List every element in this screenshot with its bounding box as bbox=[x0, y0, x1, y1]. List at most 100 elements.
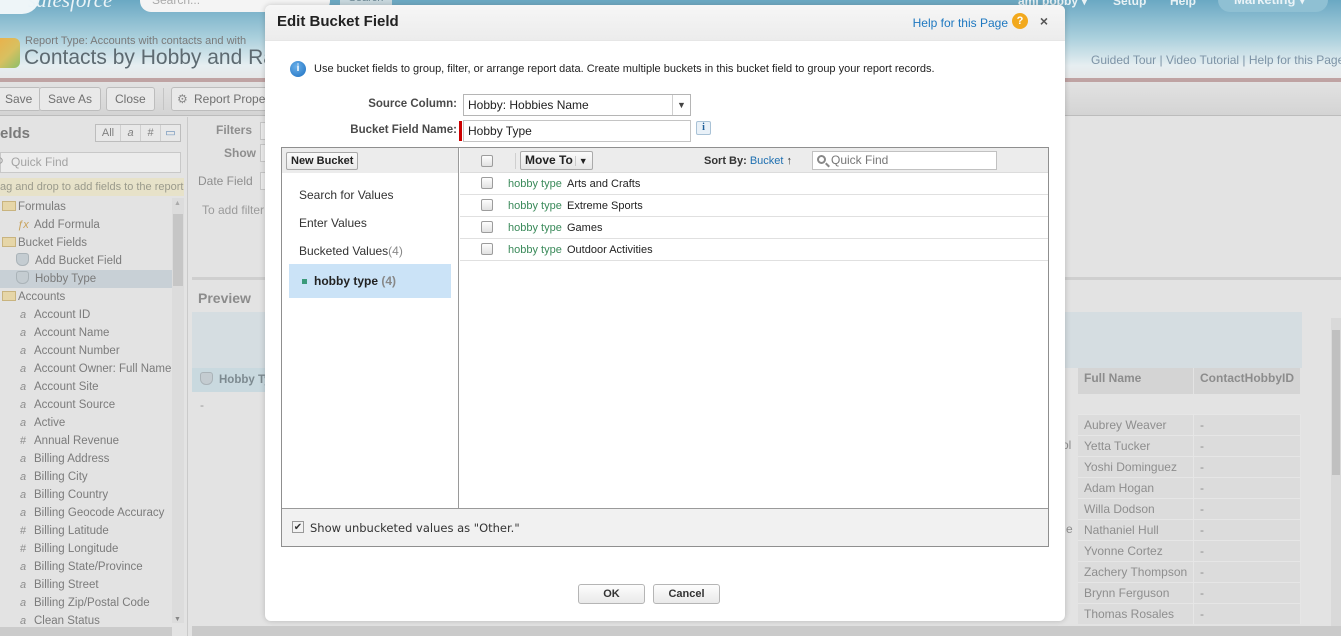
text-field-icon: a bbox=[19, 507, 27, 519]
field-tree-item[interactable]: a Account Name bbox=[0, 324, 172, 342]
contact-hobby-id-cell: - bbox=[1194, 562, 1301, 582]
value-checkbox[interactable] bbox=[481, 199, 493, 211]
field-tree-item[interactable]: Accounts bbox=[0, 288, 172, 306]
save-button[interactable]: Save bbox=[0, 87, 42, 111]
info-message: i Use bucket fields to group, filter, or… bbox=[290, 61, 935, 77]
field-tree-item[interactable]: a Billing State/Province bbox=[0, 558, 172, 576]
source-column-select[interactable]: Hobby: Hobbies Name ▼ bbox=[463, 94, 691, 116]
value-checkbox[interactable] bbox=[481, 243, 493, 255]
field-tree-item[interactable]: a Billing Geocode Accuracy bbox=[0, 504, 172, 522]
close-button[interactable]: Close bbox=[106, 87, 155, 111]
value-bucket-tag: hobby type bbox=[508, 244, 562, 256]
column-contact-hobby-id[interactable]: ContactHobbyID bbox=[1194, 368, 1301, 394]
list-item: hobby type Outdoor Activities bbox=[460, 239, 1048, 261]
value-checkbox[interactable] bbox=[481, 221, 493, 233]
help-icon[interactable]: ? bbox=[1012, 13, 1028, 29]
field-tree-item[interactable]: a Account Site bbox=[0, 378, 172, 396]
field-tree-item[interactable]: # Annual Revenue bbox=[0, 432, 172, 450]
field-tree-item[interactable]: a Account Source bbox=[0, 396, 172, 414]
text-field-icon: a bbox=[19, 453, 27, 465]
bucket-item-hobby-type[interactable]: hobby type (4) bbox=[289, 264, 451, 298]
chevron-down-icon[interactable]: ▼ bbox=[672, 95, 690, 115]
field-quick-find-input[interactable]: ⚲ Quick Find bbox=[0, 152, 181, 173]
dialog-title: Edit Bucket Field bbox=[277, 13, 399, 30]
report-icon bbox=[0, 38, 20, 68]
field-tree-item[interactable]: a Billing Street bbox=[0, 576, 172, 594]
contact-hobby-id-cell: - bbox=[1194, 478, 1301, 498]
group-column-header[interactable]: Hobby Ty bbox=[192, 368, 272, 392]
contact-hobby-id-cell: - bbox=[1194, 604, 1301, 624]
preview-horizontal-scrollbar[interactable] bbox=[192, 626, 1341, 636]
field-tree-item[interactable]: Formulas bbox=[0, 198, 172, 216]
bucketed-values-link[interactable]: Bucketed Values(4) bbox=[299, 244, 403, 258]
field-info-icon[interactable]: i bbox=[696, 121, 711, 135]
field-tree-item[interactable]: a Billing City bbox=[0, 468, 172, 486]
field-type-filter: All a # ▭ bbox=[95, 124, 181, 142]
app-switcher[interactable]: Marketing ▾ bbox=[1218, 0, 1328, 12]
sidebar-scrollbar[interactable]: ▲ ▼ bbox=[172, 198, 184, 623]
scroll-down-icon[interactable]: ▼ bbox=[174, 616, 181, 623]
cancel-button[interactable]: Cancel bbox=[653, 584, 720, 604]
table-row: Yoshi Dominguez - bbox=[1078, 456, 1301, 477]
formula-icon: ƒx bbox=[17, 219, 29, 231]
select-all-checkbox[interactable] bbox=[481, 155, 493, 167]
salesforce-logo: salesforce bbox=[0, 0, 112, 18]
search-icon: ⚲ bbox=[0, 153, 4, 172]
field-tree-item[interactable]: a Account ID bbox=[0, 306, 172, 324]
value-checkbox[interactable] bbox=[481, 177, 493, 189]
filter-number-button[interactable]: # bbox=[140, 125, 160, 141]
field-tree-item[interactable]: Hobby Type bbox=[0, 270, 172, 288]
field-tree-item[interactable]: Bucket Fields bbox=[0, 234, 172, 252]
field-tree-item[interactable]: # Billing Latitude bbox=[0, 522, 172, 540]
filter-text-button[interactable]: a bbox=[120, 125, 140, 141]
field-tree-item[interactable]: a Account Owner: Full Name bbox=[0, 360, 172, 378]
text-field-icon: a bbox=[19, 417, 27, 429]
table-header: Full Name ContactHobbyID bbox=[1078, 368, 1301, 394]
help-link[interactable]: Help bbox=[1170, 0, 1196, 8]
bucket-field-name-input[interactable]: Hobby Type bbox=[463, 120, 691, 142]
close-icon[interactable]: × bbox=[1035, 12, 1053, 30]
setup-link[interactable]: Setup bbox=[1113, 0, 1146, 8]
report-properties-button[interactable]: ⚙ Report Proper bbox=[171, 87, 279, 111]
table-body: Aubrey Weaver - Yetta Tucker - Yoshi Domingu… bbox=[1078, 414, 1301, 624]
bucketed-values-count: (4) bbox=[388, 244, 403, 258]
field-tree-item[interactable]: Add Bucket Field bbox=[0, 252, 172, 270]
filters-label: Filters bbox=[216, 123, 253, 137]
source-column-label: Source Column: bbox=[368, 98, 457, 110]
column-full-name[interactable]: Full Name bbox=[1078, 368, 1194, 394]
field-tree-item[interactable]: a Account Number bbox=[0, 342, 172, 360]
preview-scroll-thumb[interactable] bbox=[1332, 330, 1340, 475]
quick-find-placeholder: Quick Find bbox=[831, 153, 889, 167]
preview-scrollbar[interactable] bbox=[1331, 318, 1341, 628]
filter-all-button[interactable]: All bbox=[96, 125, 120, 141]
contact-hobby-id-cell: - bbox=[1194, 457, 1301, 477]
field-tree-item[interactable]: a Billing Zip/Postal Code bbox=[0, 594, 172, 612]
contact-hobby-id-cell: - bbox=[1194, 499, 1301, 519]
show-unbucketed-checkbox[interactable]: ✔ bbox=[292, 521, 304, 533]
ok-button[interactable]: OK bbox=[578, 584, 645, 604]
filter-date-button[interactable]: ▭ bbox=[160, 125, 180, 141]
field-tree-item[interactable]: a Active bbox=[0, 414, 172, 432]
field-tree-item[interactable]: a Billing Country bbox=[0, 486, 172, 504]
dialog-help-link[interactable]: Help for this Page bbox=[913, 16, 1008, 30]
field-tree-item[interactable]: # Billing Longitude bbox=[0, 540, 172, 558]
scroll-up-icon[interactable]: ▲ bbox=[174, 200, 181, 207]
move-to-button[interactable]: Move To ▼ bbox=[520, 151, 593, 170]
truncated-cell: e bbox=[1066, 522, 1073, 536]
field-tree-item[interactable]: ƒx Add Formula bbox=[0, 216, 172, 234]
help-links-text[interactable]: Guided Tour | Video Tutorial | Help for … bbox=[1091, 53, 1341, 67]
values-quick-find-input[interactable]: Quick Find bbox=[812, 151, 997, 170]
enter-values-link[interactable]: Enter Values bbox=[299, 216, 367, 230]
sidebar-horizontal-scrollbar[interactable] bbox=[0, 627, 172, 636]
field-tree-item-label: Billing City bbox=[34, 471, 88, 483]
full-name-cell: Yvonne Cortez bbox=[1078, 541, 1194, 561]
field-quick-find-placeholder: Quick Find bbox=[11, 155, 69, 169]
sidebar-scroll-thumb[interactable] bbox=[173, 214, 183, 286]
new-bucket-button[interactable]: New Bucket bbox=[286, 152, 359, 170]
search-for-values-link[interactable]: Search for Values bbox=[299, 188, 394, 202]
save-as-button[interactable]: Save As bbox=[39, 87, 102, 111]
field-tree-item[interactable]: a Billing Address bbox=[0, 450, 172, 468]
sort-by-bucket-link[interactable]: Bucket bbox=[750, 155, 784, 167]
text-field-icon: a bbox=[19, 489, 27, 501]
text-field-icon: a bbox=[19, 363, 27, 375]
